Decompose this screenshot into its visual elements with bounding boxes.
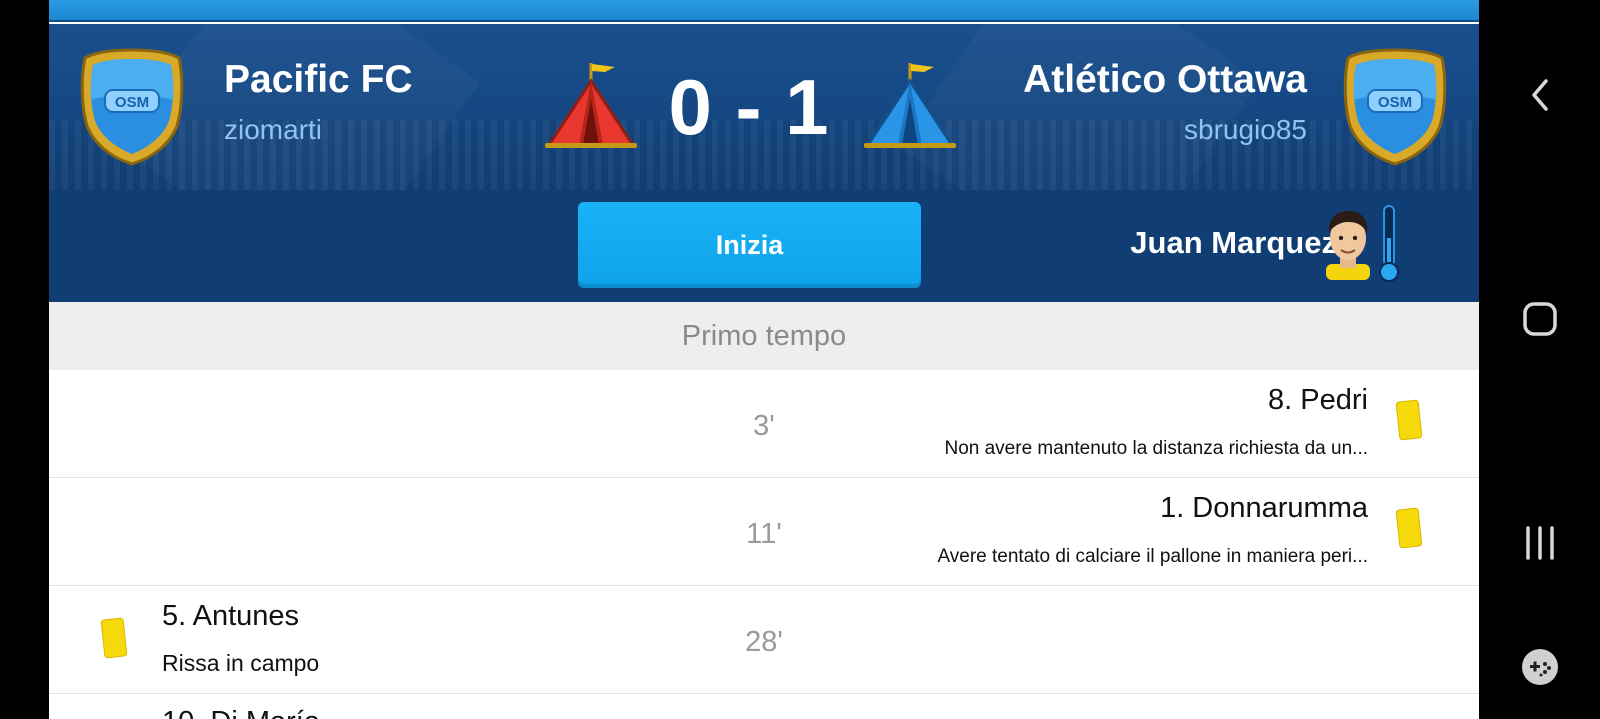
away-manager-name[interactable]: sbrugio85 — [1184, 114, 1307, 146]
system-navigation-bar — [1479, 0, 1600, 719]
event-row[interactable]: 28' 5. Antunes Rissa in campo — [49, 586, 1479, 694]
game-tools-button[interactable] — [1479, 642, 1600, 692]
player-avatar[interactable] — [1320, 206, 1376, 280]
back-button[interactable] — [1479, 70, 1600, 120]
score: 0 - 1 — [668, 63, 830, 151]
home-manager-name[interactable]: ziomarti — [224, 114, 322, 146]
start-button[interactable]: Inizia — [578, 202, 921, 288]
yellow-card-icon — [1395, 399, 1423, 441]
recent-apps-icon — [1525, 526, 1554, 560]
away-team-name[interactable]: Atlético Ottawa — [1023, 58, 1307, 102]
event-description: Rissa in campo — [162, 650, 320, 676]
svg-text:OSM: OSM — [1378, 94, 1412, 111]
top-bar — [49, 0, 1479, 22]
event-player: 10. Di María — [162, 706, 320, 719]
home-team-name[interactable]: Pacific FC — [224, 58, 413, 102]
event-description: Avere tentato di calciare il pallone in … — [937, 546, 1368, 567]
section-header: Primo tempo — [49, 302, 1479, 370]
event-row[interactable]: 10. Di María — [49, 694, 1479, 719]
event-row[interactable]: 3' 8. Pedri Non avere mantenuto la dista… — [49, 370, 1479, 478]
event-player: 5. Antunes — [162, 600, 300, 632]
game-tools-icon — [1521, 649, 1558, 685]
match-screen: OSM Pacific FC ziomarti 0 - 1 Atlético O… — [49, 0, 1479, 719]
action-bar: Inizia Juan Marquez — [49, 190, 1479, 302]
recent-apps-button[interactable] — [1479, 518, 1600, 568]
yellow-card-icon — [1395, 507, 1423, 549]
home-icon — [1522, 302, 1557, 336]
event-player: 1. Donnarumma — [1160, 492, 1368, 524]
home-crest-icon[interactable]: OSM — [77, 46, 187, 168]
form-thermometer-icon — [1379, 205, 1399, 282]
event-player: 8. Pedri — [1268, 384, 1368, 416]
svg-text:OSM: OSM — [115, 94, 149, 111]
away-crest-icon[interactable]: OSM — [1340, 46, 1450, 168]
scoreboard: OSM Pacific FC ziomarti 0 - 1 Atlético O… — [49, 24, 1479, 190]
chevron-left-icon — [1531, 79, 1548, 111]
away-tent-icon — [864, 63, 956, 148]
screen: OSM Pacific FC ziomarti 0 - 1 Atlético O… — [0, 0, 1600, 719]
home-tent-icon — [545, 63, 637, 148]
event-row[interactable]: 11' 1. Donnarumma Avere tentato di calci… — [49, 478, 1479, 586]
event-description: Non avere mantenuto la distanza richiest… — [944, 438, 1368, 459]
featured-player-name[interactable]: Juan Marquez — [1130, 225, 1337, 261]
home-button[interactable] — [1479, 294, 1600, 344]
